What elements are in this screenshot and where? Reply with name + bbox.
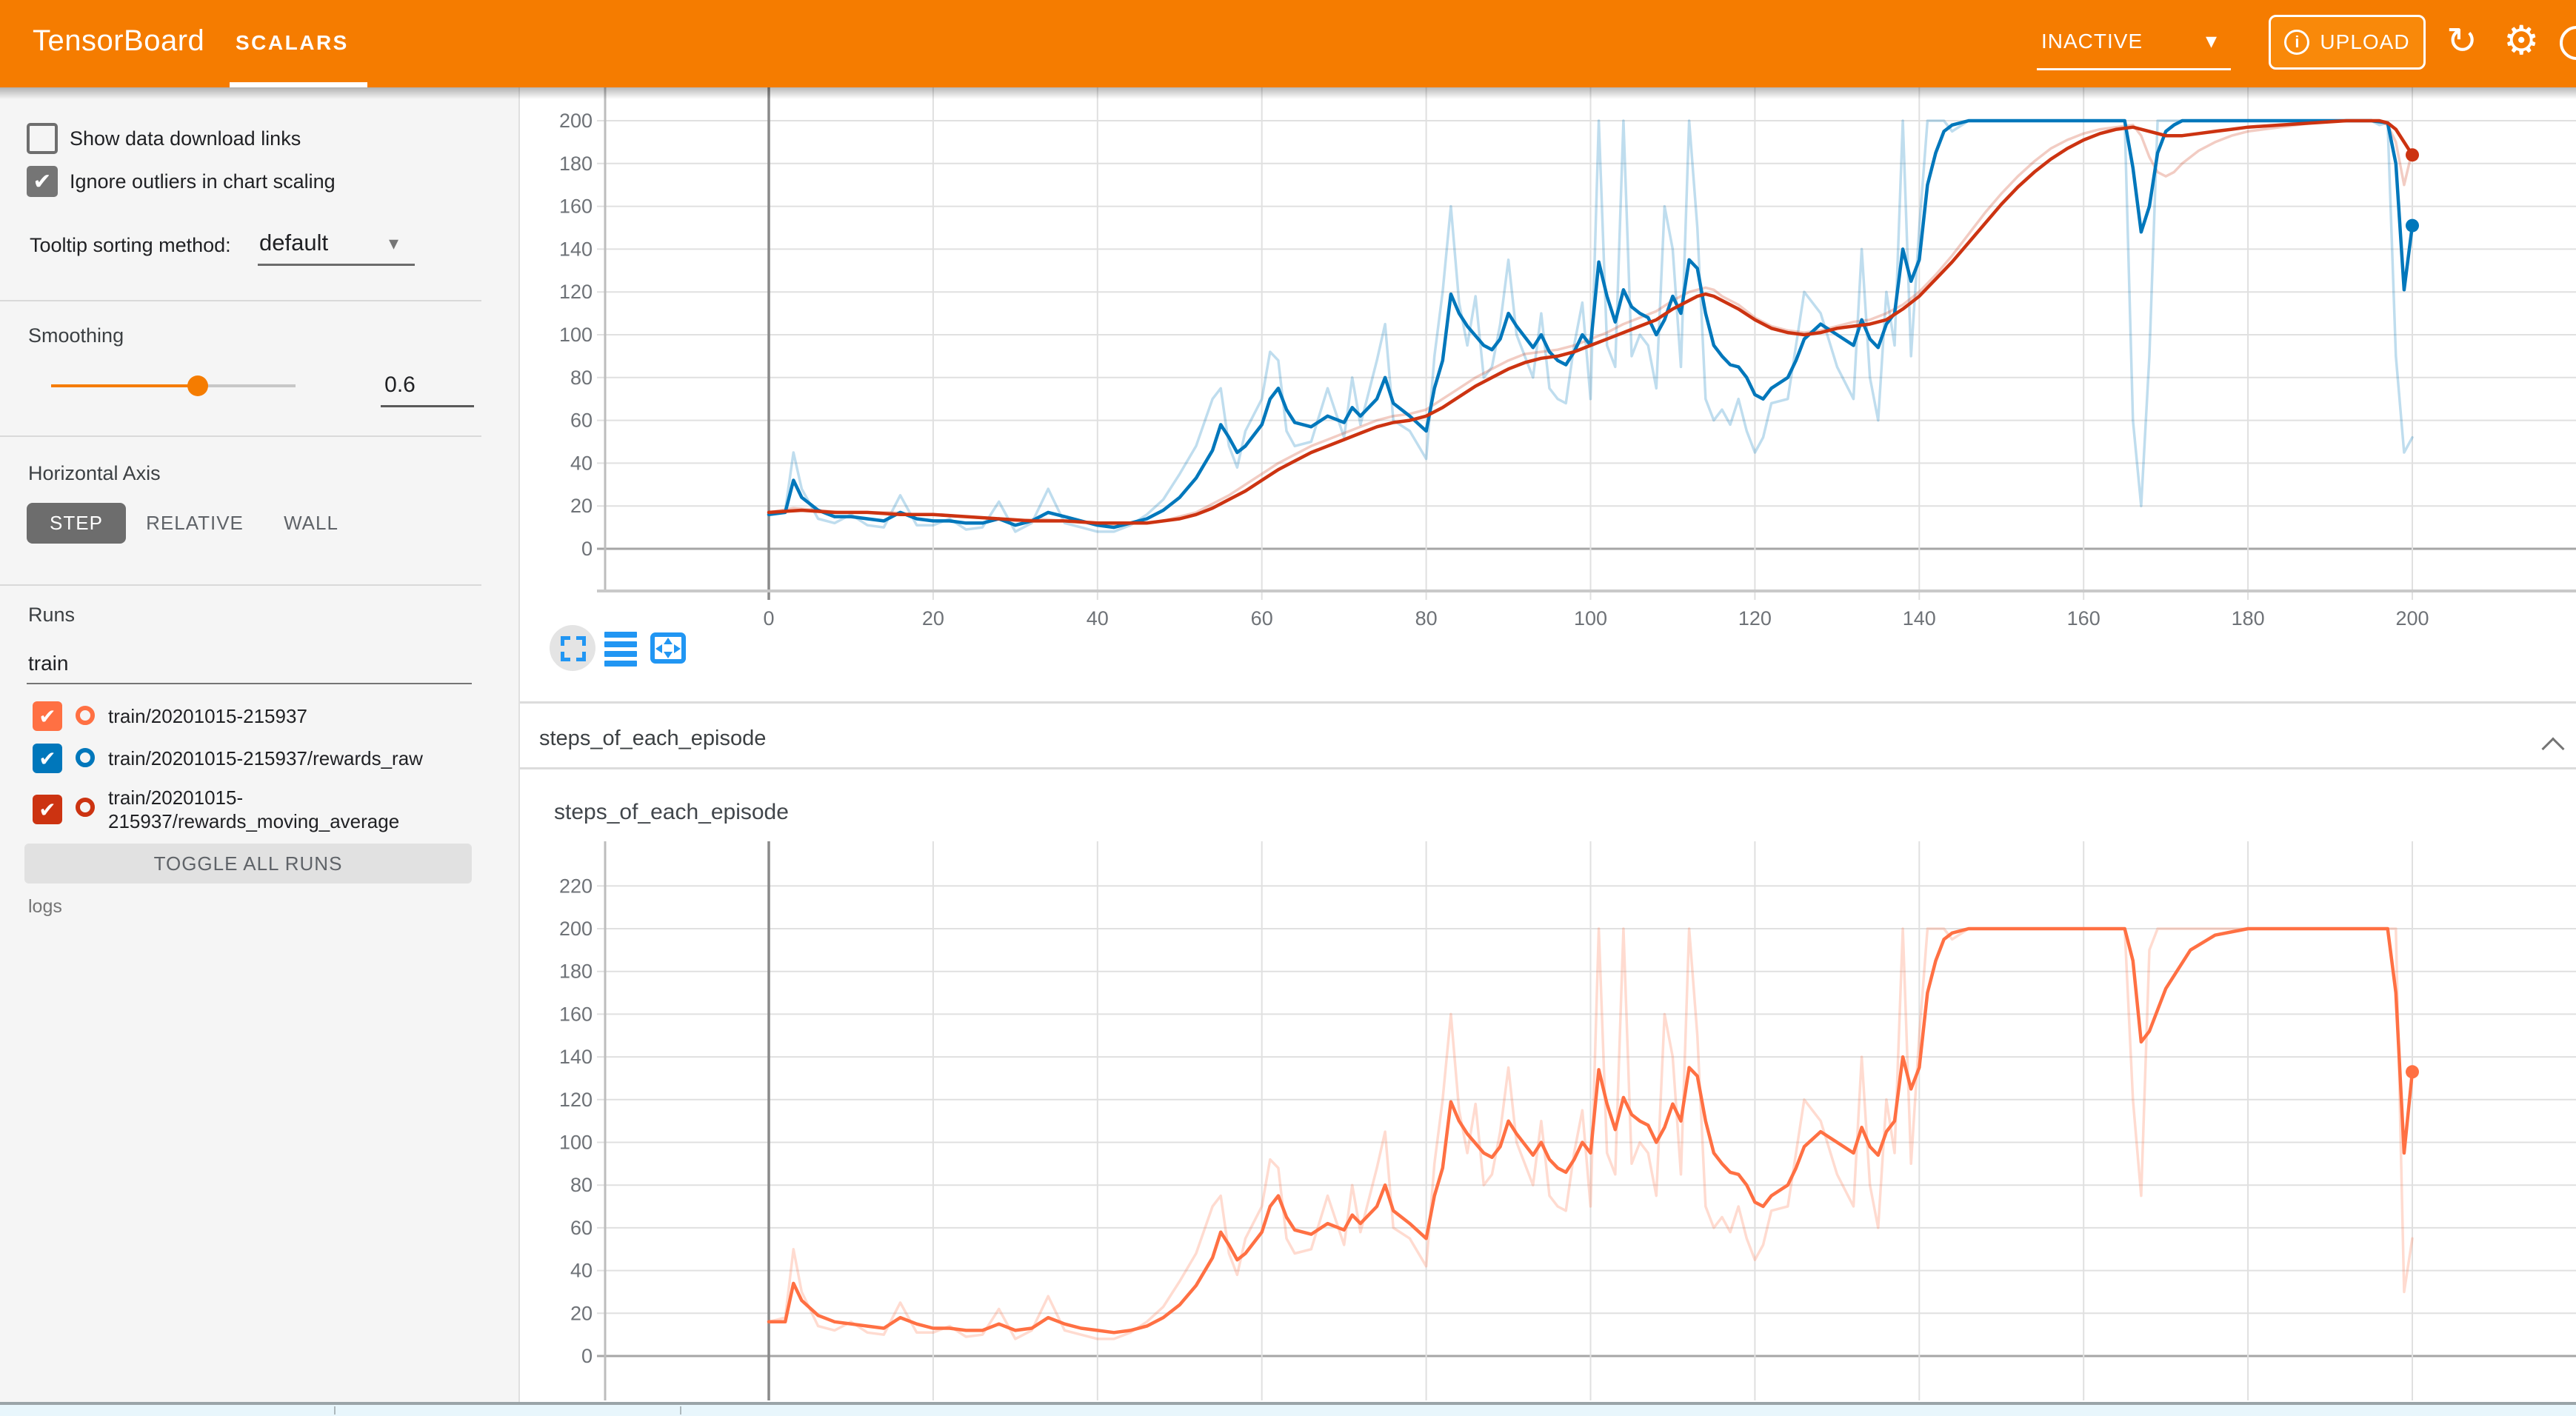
next-card-strip bbox=[0, 1405, 2576, 1416]
card-divider bbox=[520, 701, 2576, 704]
scalar-chart-rewards[interactable] bbox=[520, 87, 2576, 606]
tensorboard-app: 0204060801001201401601802000204060801001… bbox=[0, 0, 2576, 1416]
svg-text:120: 120 bbox=[1738, 607, 1772, 629]
runs-footer-text: logs bbox=[28, 896, 62, 918]
strip-tick bbox=[680, 1406, 681, 1415]
run-color-swatch[interactable] bbox=[76, 748, 95, 767]
top-app-bar: TensorBoard SCALARS INACTIVE ▾ i UPLOAD … bbox=[0, 0, 2576, 87]
svg-text:140: 140 bbox=[1903, 607, 1936, 629]
run-filter-underline bbox=[27, 683, 472, 684]
tab-active-underline bbox=[230, 82, 367, 87]
run-color-swatch[interactable] bbox=[76, 706, 95, 725]
expand-corner bbox=[561, 636, 570, 646]
run-row: ✔ train/20201015-215937/rewards_moving_a… bbox=[0, 784, 518, 836]
smoothing-slider-fill bbox=[51, 384, 198, 387]
svg-text:0: 0 bbox=[763, 607, 774, 629]
run-label: train/20201015-215937 bbox=[108, 704, 307, 728]
section-divider bbox=[520, 767, 2576, 769]
tooltip-sorting-label: Tooltip sorting method: bbox=[30, 234, 231, 257]
tooltip-sorting-dropdown[interactable]: default bbox=[259, 230, 328, 256]
header-shadow bbox=[0, 87, 2576, 99]
settings-sidebar: Show data download links ✔ Ignore outlie… bbox=[0, 87, 520, 1402]
run-checkbox[interactable]: ✔ bbox=[33, 701, 62, 731]
divider bbox=[0, 435, 481, 437]
run-checkbox[interactable]: ✔ bbox=[33, 744, 62, 773]
run-label: train/20201015-215937/rewards_raw bbox=[108, 747, 423, 770]
divider bbox=[0, 300, 481, 301]
run-label: train/20201015-215937/rewards_moving_ave… bbox=[108, 786, 493, 833]
run-filter-input[interactable]: train bbox=[28, 652, 68, 675]
ignore-outliers-checkbox[interactable]: ✔ bbox=[27, 166, 58, 197]
run-checkbox[interactable]: ✔ bbox=[33, 795, 62, 824]
refresh-icon[interactable]: ↻ bbox=[2446, 22, 2477, 59]
strip-tick bbox=[334, 1406, 336, 1415]
axis-relative-button[interactable]: RELATIVE bbox=[145, 503, 244, 544]
svg-text:80: 80 bbox=[1415, 607, 1438, 629]
runs-heading: Runs bbox=[28, 604, 75, 627]
svg-text:200: 200 bbox=[2395, 607, 2429, 629]
fit-domain-icon[interactable] bbox=[650, 632, 686, 664]
tab-scalars[interactable]: SCALARS bbox=[236, 31, 349, 55]
help-icon[interactable] bbox=[2560, 26, 2576, 60]
scalar-chart-steps[interactable] bbox=[520, 815, 2576, 1400]
smoothing-slider-handle[interactable] bbox=[187, 375, 208, 396]
svg-text:20: 20 bbox=[922, 607, 944, 629]
smoothing-value[interactable]: 0.6 bbox=[370, 373, 430, 398]
dropdown-underline bbox=[258, 264, 415, 266]
smoothing-value-underline bbox=[381, 405, 474, 407]
expand-corner bbox=[576, 652, 586, 661]
axis-step-button[interactable]: STEP bbox=[27, 503, 126, 544]
chevron-down-icon[interactable]: ▾ bbox=[389, 233, 398, 255]
smoothing-label: Smoothing bbox=[28, 324, 124, 347]
show-download-links-label: Show data download links bbox=[70, 123, 301, 154]
expand-corner bbox=[561, 652, 570, 661]
expand-corner bbox=[576, 636, 586, 646]
svg-text:40: 40 bbox=[1087, 607, 1109, 629]
horizontal-axis-label: Horizontal Axis bbox=[28, 462, 161, 485]
axis-wall-button[interactable]: WALL bbox=[261, 503, 361, 544]
upload-button[interactable]: i UPLOAD bbox=[2269, 15, 2426, 70]
log-scale-toggle-icon[interactable] bbox=[604, 632, 637, 670]
expand-chart-icon[interactable] bbox=[561, 636, 586, 661]
svg-text:160: 160 bbox=[2067, 607, 2100, 629]
toggle-all-runs-button[interactable]: TOGGLE ALL RUNS bbox=[24, 844, 472, 884]
section-header-title: steps_of_each_episode bbox=[539, 727, 766, 751]
run-row: ✔ train/20201015-215937/rewards_raw bbox=[0, 744, 518, 776]
app-title: TensorBoard bbox=[33, 24, 204, 58]
gear-icon[interactable]: ⚙ bbox=[2503, 21, 2539, 61]
chevron-down-icon[interactable]: ▾ bbox=[2206, 28, 2217, 54]
info-icon: i bbox=[2284, 30, 2309, 55]
divider bbox=[0, 584, 481, 586]
svg-text:100: 100 bbox=[1574, 607, 1607, 629]
run-row: ✔ train/20201015-215937 bbox=[0, 701, 518, 734]
show-download-links-checkbox[interactable] bbox=[27, 123, 58, 154]
status-dropdown[interactable]: INACTIVE bbox=[2041, 30, 2143, 53]
chart-card-title: steps_of_each_episode bbox=[554, 800, 789, 825]
status-dropdown-underline bbox=[2037, 68, 2231, 70]
ignore-outliers-label: Ignore outliers in chart scaling bbox=[70, 166, 336, 197]
svg-text:180: 180 bbox=[2232, 607, 2265, 629]
run-color-swatch[interactable] bbox=[76, 798, 95, 817]
upload-button-label: UPLOAD bbox=[2320, 30, 2409, 54]
svg-text:60: 60 bbox=[1251, 607, 1273, 629]
